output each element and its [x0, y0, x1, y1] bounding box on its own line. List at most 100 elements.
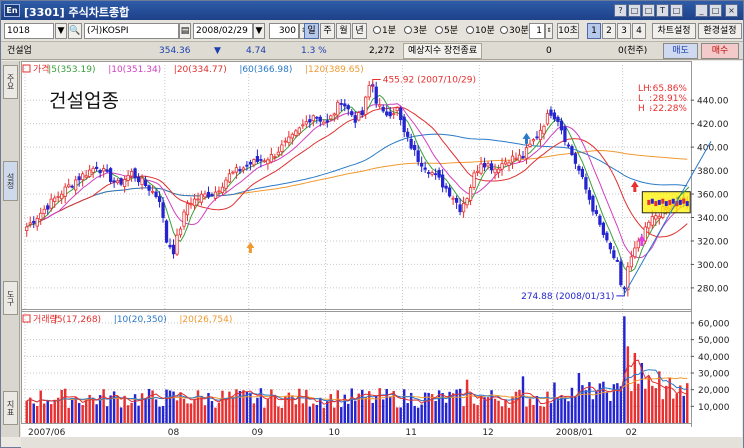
tick-input[interactable]: 1	[529, 23, 545, 39]
candle-body	[612, 250, 616, 259]
print-icon[interactable]: □	[642, 4, 655, 17]
volume-bar	[521, 376, 525, 423]
candle-body	[619, 261, 623, 286]
stock-chart[interactable]: 440.00 420.00 400.00 380.00 360.00 340.00 320.…	[21, 61, 742, 437]
volume-bar	[350, 388, 353, 423]
volume-bar	[525, 406, 528, 423]
price-tick-label: 300.00	[697, 261, 729, 271]
sell-button[interactable]: 매도	[663, 43, 698, 59]
minimize-icon[interactable]: _	[695, 4, 708, 17]
candle-body	[395, 107, 399, 111]
volume-bar	[651, 385, 654, 423]
help-icon[interactable]: ?	[614, 4, 627, 17]
link-icon[interactable]: □	[670, 4, 683, 17]
candle-body	[559, 120, 564, 131]
tick-spinner-icon[interactable]: ⇕	[545, 23, 553, 39]
date-input[interactable]: 2008/02/29	[193, 23, 253, 39]
candle-body	[175, 234, 179, 255]
volume-legend-label: |5(17,268)	[54, 315, 101, 325]
volume-bar	[420, 404, 423, 423]
volume-bar	[326, 401, 329, 423]
candle-body	[598, 215, 602, 225]
minute-30-radio[interactable]: 30분	[500, 23, 529, 39]
price-tick-label: 440.00	[697, 97, 729, 107]
calendar-icon[interactable]: ▤	[179, 23, 191, 39]
volume-bar	[340, 407, 343, 423]
sector-annotation-title: 건설업종	[49, 90, 119, 112]
volume-bar	[242, 390, 245, 423]
candle-body	[353, 115, 357, 123]
maximize-icon[interactable]: □	[709, 4, 722, 17]
candle-body	[378, 104, 382, 107]
side-tab-tools[interactable]: 도구	[3, 281, 18, 315]
candle-body	[388, 111, 392, 117]
buy-button[interactable]: 매수	[701, 43, 739, 59]
save-icon[interactable]: □	[628, 4, 641, 17]
count-input[interactable]: 300	[269, 23, 299, 39]
candle-body	[608, 242, 612, 250]
code-dropdown-icon[interactable]: ▼	[55, 23, 67, 39]
side-tab-indicators[interactable]: 지표	[3, 391, 18, 425]
highlight-candle	[650, 198, 654, 204]
search-icon[interactable]: 🔍	[68, 23, 82, 39]
period-year-button[interactable]: 년	[352, 23, 367, 39]
candle-body	[42, 208, 46, 214]
candle-body	[133, 168, 137, 179]
price-tick-label: 420.00	[697, 120, 729, 130]
candle-body	[458, 204, 462, 213]
volume-bar	[493, 398, 497, 423]
minute-3-radio[interactable]: 3분	[404, 23, 427, 39]
period-week-button[interactable]: 주	[320, 23, 335, 39]
page-4-button[interactable]: 4	[632, 23, 646, 39]
candle-body	[549, 109, 553, 116]
candle-body	[56, 195, 60, 198]
candle-body	[290, 133, 294, 139]
minute-1-radio[interactable]: 1분	[373, 23, 396, 39]
volume-bar	[682, 395, 685, 423]
minute-10-radio[interactable]: 10분	[466, 23, 495, 39]
candle-body	[88, 169, 92, 177]
highlight-candle	[664, 201, 668, 207]
candle-body	[266, 159, 270, 165]
volume-bar	[354, 400, 357, 423]
code-input[interactable]: 1018	[4, 23, 54, 39]
candle-body	[105, 169, 109, 172]
volume-bar	[591, 399, 595, 423]
candle-body	[475, 170, 480, 173]
tick-unit-button[interactable]: 10초	[557, 23, 579, 39]
close-icon[interactable]: ×	[725, 4, 738, 17]
minute-5-radio[interactable]: 5분	[435, 23, 458, 39]
candle-body	[472, 172, 476, 188]
page-3-button[interactable]: 3	[617, 23, 631, 39]
candle-body	[482, 162, 487, 168]
volume-bar	[469, 393, 472, 423]
candle-body	[385, 111, 389, 116]
chart-settings-button[interactable]: 차트설정	[652, 23, 696, 39]
candle-body	[280, 144, 284, 152]
volume-bar	[539, 405, 542, 423]
candle-body	[531, 139, 536, 142]
candle-body	[297, 127, 301, 134]
volume-bar	[308, 406, 312, 423]
volume-bar	[444, 402, 448, 423]
side-tab-main[interactable]: 주요	[3, 65, 18, 99]
candle-body	[74, 179, 78, 191]
market-field[interactable]: (거)KOSPI	[84, 23, 179, 39]
volume-bar	[364, 397, 367, 423]
candle-body	[206, 191, 211, 198]
text-icon[interactable]: T	[656, 4, 669, 17]
volume-bar	[161, 405, 165, 423]
date-dropdown-icon[interactable]: ▼	[253, 23, 265, 39]
page-2-button[interactable]: 2	[602, 23, 616, 39]
env-settings-button[interactable]: 환경설정	[698, 23, 742, 39]
period-month-button[interactable]: 월	[336, 23, 351, 39]
candle-body	[269, 154, 274, 163]
period-day-button[interactable]: 일	[304, 23, 319, 39]
side-tab-settings[interactable]: 설정	[3, 161, 18, 201]
page-1-button[interactable]: 1	[587, 23, 601, 39]
volume-bar	[231, 396, 235, 423]
volume-bar	[312, 403, 315, 423]
price-tick-label: 320.00	[697, 237, 729, 247]
candle-body	[315, 116, 319, 119]
chart-scroll-bar[interactable]	[21, 437, 743, 448]
